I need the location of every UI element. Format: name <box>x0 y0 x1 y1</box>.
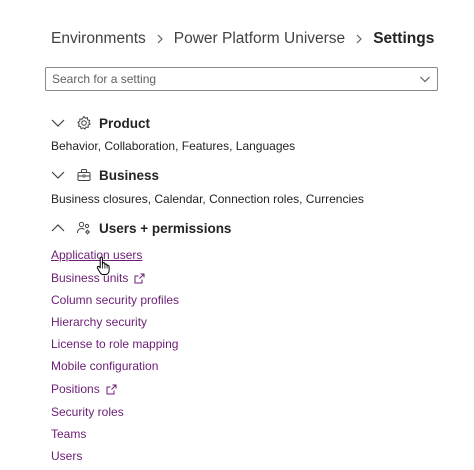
link-security-roles[interactable]: Security roles <box>51 404 124 420</box>
breadcrumb-environments[interactable]: Environments <box>51 30 146 48</box>
chevron-right-icon <box>157 34 163 44</box>
link-label: Business units <box>51 271 129 285</box>
link-label: Security roles <box>51 405 124 419</box>
link-label: Positions <box>51 382 100 396</box>
section-title-product: Product <box>99 115 151 131</box>
breadcrumb: Environments Power Platform Universe Set… <box>51 28 434 50</box>
settings-page: Environments Power Platform Universe Set… <box>0 0 474 470</box>
hand-pointer-cursor-icon <box>96 256 110 275</box>
chevron-right-icon <box>356 34 363 44</box>
link-column-security-profiles[interactable]: Column security profiles <box>51 292 179 308</box>
gear-icon <box>77 115 91 130</box>
chevron-down-icon[interactable] <box>413 68 437 90</box>
link-label: Teams <box>51 427 87 441</box>
section-description-product: Behavior, Collaboration, Features, Langu… <box>51 139 296 153</box>
link-license-to-role-mapping[interactable]: License to role mapping <box>51 336 178 352</box>
people-settings-icon <box>77 221 90 235</box>
link-positions[interactable]: Positions <box>51 381 117 397</box>
section-header-business[interactable]: Business <box>51 165 159 185</box>
briefcase-icon <box>77 169 91 181</box>
link-teams[interactable]: Teams <box>51 426 86 442</box>
breadcrumb-environment-name[interactable]: Power Platform Universe <box>174 30 345 48</box>
link-label: Mobile configuration <box>51 359 159 373</box>
open-external-icon <box>134 273 145 283</box>
section-title-business: Business <box>99 167 160 183</box>
breadcrumb-current-page: Settings <box>373 30 435 47</box>
link-label: Hierarchy security <box>51 315 148 329</box>
link-label: Users <box>51 449 83 463</box>
search-combobox[interactable] <box>45 67 438 91</box>
section-header-product[interactable]: Product <box>51 113 150 133</box>
chevron-up-icon <box>51 224 65 232</box>
link-label: License to role mapping <box>51 337 179 351</box>
search-input[interactable] <box>46 69 413 89</box>
link-users[interactable]: Users <box>51 448 82 464</box>
link-hierarchy-security[interactable]: Hierarchy security <box>51 314 147 330</box>
link-label: Column security profiles <box>51 293 180 307</box>
section-header-users-permissions[interactable]: Users + permissions <box>51 218 231 238</box>
open-external-icon <box>106 384 117 394</box>
chevron-down-icon <box>51 171 65 179</box>
chevron-down-icon <box>51 119 65 127</box>
section-title-users-permissions: Users + permissions <box>99 220 232 236</box>
link-mobile-configuration[interactable]: Mobile configuration <box>51 358 158 374</box>
section-description-business: Business closures, Calendar, Connection … <box>51 192 364 206</box>
